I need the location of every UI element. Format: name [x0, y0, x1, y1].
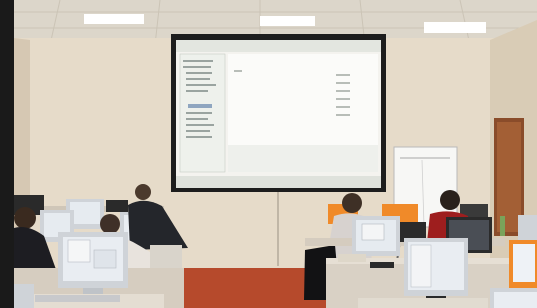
ceiling-light-right [424, 22, 486, 33]
desk-right-very-front [358, 298, 488, 308]
keyboard-front-left [35, 295, 120, 302]
monitor-front-right-pane [410, 244, 432, 288]
projected-bottom-pane [228, 145, 378, 172]
monitor-front-left-window [67, 239, 91, 263]
monitor-back-left-2-screen [70, 202, 100, 224]
projected-taskbar [176, 176, 381, 188]
monitor-orange-right-screen [513, 244, 535, 282]
door-panel [497, 122, 521, 232]
monitor-front-left-window-2 [93, 249, 117, 269]
person-mid-arm [150, 245, 182, 269]
monitor-right-1-window [361, 223, 385, 241]
person-mid-head [100, 214, 120, 234]
ceiling-light-left [84, 14, 144, 24]
monitor-edge-left [14, 284, 34, 308]
desk-papers [338, 254, 366, 262]
person-far-right-head [440, 190, 460, 210]
projected-menubar [176, 40, 381, 52]
bottle [500, 216, 505, 236]
training-room-photo [0, 0, 537, 308]
desk-phone [370, 262, 394, 268]
person-back-head [135, 184, 151, 200]
monitor-back-left-5 [106, 200, 128, 212]
monitor-front-left-stand [83, 288, 103, 294]
person-right-head [342, 193, 362, 213]
ceiling-light-center [260, 16, 315, 26]
left-frame-band [0, 0, 14, 308]
monitor-bottom-right-screen [494, 292, 537, 308]
person-left-head [14, 207, 36, 229]
scene-svg [0, 0, 537, 308]
